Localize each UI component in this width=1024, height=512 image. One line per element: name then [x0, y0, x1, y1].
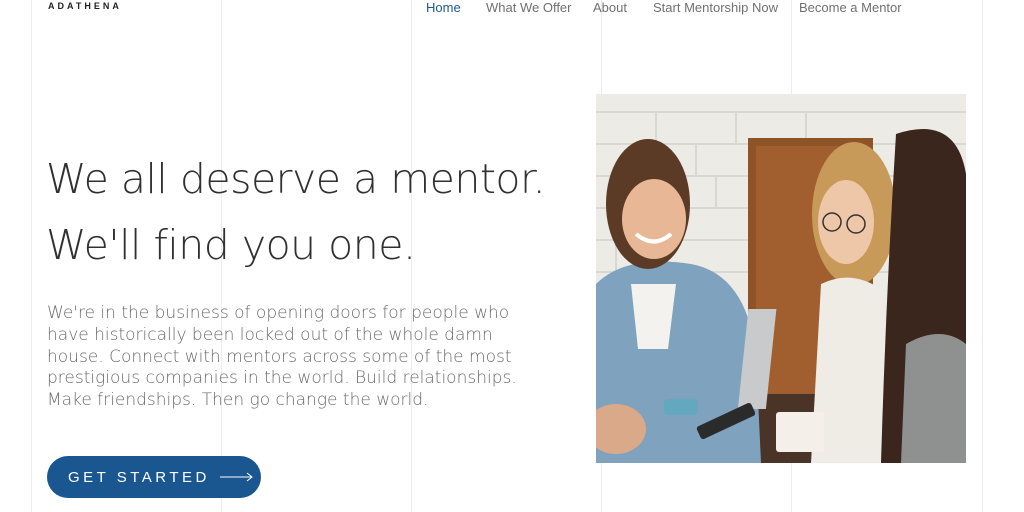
column-guide: [982, 0, 983, 512]
site-logo[interactable]: ADATHENA: [48, 1, 122, 11]
hero-photo: [596, 94, 966, 463]
arrow-right-icon: [219, 472, 254, 482]
nav-item-become-mentor[interactable]: Become a Mentor: [799, 0, 902, 15]
hero-headline-2: We'll find you one.: [46, 221, 416, 269]
nav-item-start-mentorship[interactable]: Start Mentorship Now: [653, 0, 778, 15]
get-started-button[interactable]: GET STARTED: [47, 456, 261, 498]
nav-item-what-we-offer[interactable]: What We Offer: [486, 0, 572, 15]
column-guide: [31, 0, 32, 512]
hero-description: We're in the business of opening doors f…: [47, 303, 517, 411]
nav-item-home[interactable]: Home: [426, 0, 461, 15]
nav-item-about[interactable]: About: [593, 0, 627, 15]
hero-headline-1: We all deserve a mentor.: [46, 155, 546, 203]
get-started-label: GET STARTED: [68, 468, 210, 486]
